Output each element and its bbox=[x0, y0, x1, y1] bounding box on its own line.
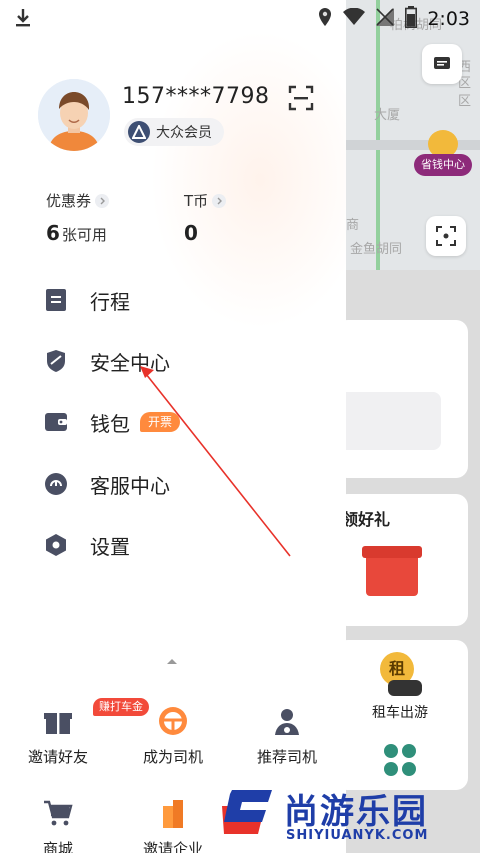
menu-item-wallet[interactable]: 钱包 开票 bbox=[44, 404, 181, 440]
bottom-label: 成为司机 bbox=[142, 748, 203, 766]
coupon-count: 6 bbox=[46, 221, 60, 245]
membership-badge[interactable]: 大众会员 bbox=[124, 118, 224, 146]
map-road bbox=[376, 0, 380, 270]
map-label: 金鱼胡同 bbox=[350, 242, 403, 257]
coupon-label: 优惠券 bbox=[46, 192, 92, 210]
scan-icon bbox=[288, 85, 314, 111]
more-services-icon[interactable] bbox=[384, 744, 416, 776]
save-center-button[interactable]: 省钱中心 bbox=[414, 130, 472, 180]
location-icon bbox=[317, 7, 333, 31]
wallet-icon bbox=[44, 410, 68, 434]
menu-label: 钱包 bbox=[90, 411, 130, 436]
side-drawer: 157****7798 大众会员 优惠券 6张可用 T币 0 行程 安全中心 bbox=[0, 0, 346, 853]
bottom-label: 推荐司机 bbox=[256, 748, 317, 766]
chevron-up-icon[interactable] bbox=[166, 650, 178, 669]
status-bar: 2:03 bbox=[0, 0, 480, 36]
map-view[interactable]: 柏树胡同 西 区 区 大厦 商 金鱼胡同 省钱中心 bbox=[346, 0, 480, 270]
chevron-right-icon bbox=[212, 193, 227, 208]
menu-item-safety-center[interactable]: 安全中心 bbox=[44, 343, 170, 379]
driver-icon bbox=[270, 704, 304, 738]
map-label: 区 bbox=[458, 94, 472, 109]
steering-wheel-icon bbox=[156, 704, 190, 738]
invite-friends-button[interactable]: 赚打车金 邀请好友 bbox=[3, 698, 149, 767]
decorative-glow bbox=[150, 30, 346, 330]
tcoin-value: 0 bbox=[184, 221, 198, 245]
clock-time: 2:03 bbox=[427, 8, 470, 30]
download-icon bbox=[14, 8, 32, 32]
booking-card[interactable] bbox=[346, 320, 468, 478]
locate-icon bbox=[436, 226, 456, 246]
menu-label: 设置 bbox=[90, 534, 130, 559]
coupon-unit: 张可用 bbox=[61, 226, 107, 244]
membership-label: 大众会员 bbox=[156, 125, 212, 141]
background-app: 柏树胡同 西 区 区 大厦 商 金鱼胡同 省钱中心 领好礼 租 租车出游 bbox=[346, 0, 480, 853]
promo-title: 领好礼 bbox=[346, 510, 391, 529]
watermark-text: 尚游乐园 bbox=[284, 792, 428, 832]
member-level-icon bbox=[128, 121, 150, 143]
car-icon bbox=[388, 680, 422, 696]
headset-icon bbox=[44, 472, 68, 496]
mall-button[interactable]: 商城 bbox=[3, 796, 113, 853]
phone-number[interactable]: 157****7798 bbox=[122, 84, 269, 109]
menu-item-settings[interactable]: 设置 bbox=[44, 527, 130, 563]
tcoin-stat[interactable]: T币 0 bbox=[184, 190, 227, 245]
become-driver-button[interactable]: 成为司机 bbox=[118, 704, 228, 767]
map-label: 大厦 bbox=[374, 108, 401, 123]
cart-icon bbox=[41, 796, 75, 830]
gift-icon: 赚打车金 bbox=[41, 698, 149, 738]
destination-field[interactable] bbox=[346, 392, 441, 450]
wifi-icon bbox=[343, 7, 366, 30]
bottom-label: 邀请好友 bbox=[27, 748, 88, 766]
invoice-tag: 开票 bbox=[140, 412, 181, 432]
list-icon bbox=[44, 288, 68, 312]
rent-card[interactable]: 租 租车出游 bbox=[346, 640, 468, 790]
watermark-logo-icon bbox=[222, 790, 272, 834]
menu-item-trips[interactable]: 行程 bbox=[44, 282, 130, 318]
rent-label: 租车出游 bbox=[372, 705, 428, 721]
menu-label: 客服中心 bbox=[90, 473, 170, 498]
save-center-label: 省钱中心 bbox=[414, 154, 472, 176]
shield-icon bbox=[44, 349, 68, 373]
map-label: 商 bbox=[346, 218, 360, 233]
recommend-driver-button[interactable]: 推荐司机 bbox=[232, 704, 342, 767]
building-icon bbox=[156, 796, 190, 830]
scan-button[interactable] bbox=[288, 85, 314, 111]
coupon-stat[interactable]: 优惠券 6 张可用 bbox=[46, 190, 110, 245]
watermark: 尚游乐园 SHIYIUANYK.COM bbox=[210, 784, 480, 853]
tcoin-label: T币 bbox=[184, 192, 209, 210]
menu-label: 安全中心 bbox=[90, 350, 170, 375]
gift-box-icon bbox=[362, 546, 422, 596]
menu-label: 行程 bbox=[90, 289, 130, 314]
gear-icon bbox=[44, 533, 68, 557]
locate-button[interactable] bbox=[426, 216, 466, 256]
message-icon bbox=[434, 57, 450, 69]
battery-icon bbox=[405, 6, 418, 32]
message-button[interactable] bbox=[422, 44, 462, 84]
chevron-right-icon bbox=[95, 193, 110, 208]
signal-icon bbox=[375, 7, 395, 31]
avatar[interactable] bbox=[38, 79, 110, 151]
bottom-label: 商城 bbox=[42, 840, 73, 853]
promo-card[interactable]: 领好礼 bbox=[346, 494, 468, 626]
watermark-url: SHIYIUANYK.COM bbox=[286, 828, 429, 843]
menu-item-customer-service[interactable]: 客服中心 bbox=[44, 466, 170, 502]
